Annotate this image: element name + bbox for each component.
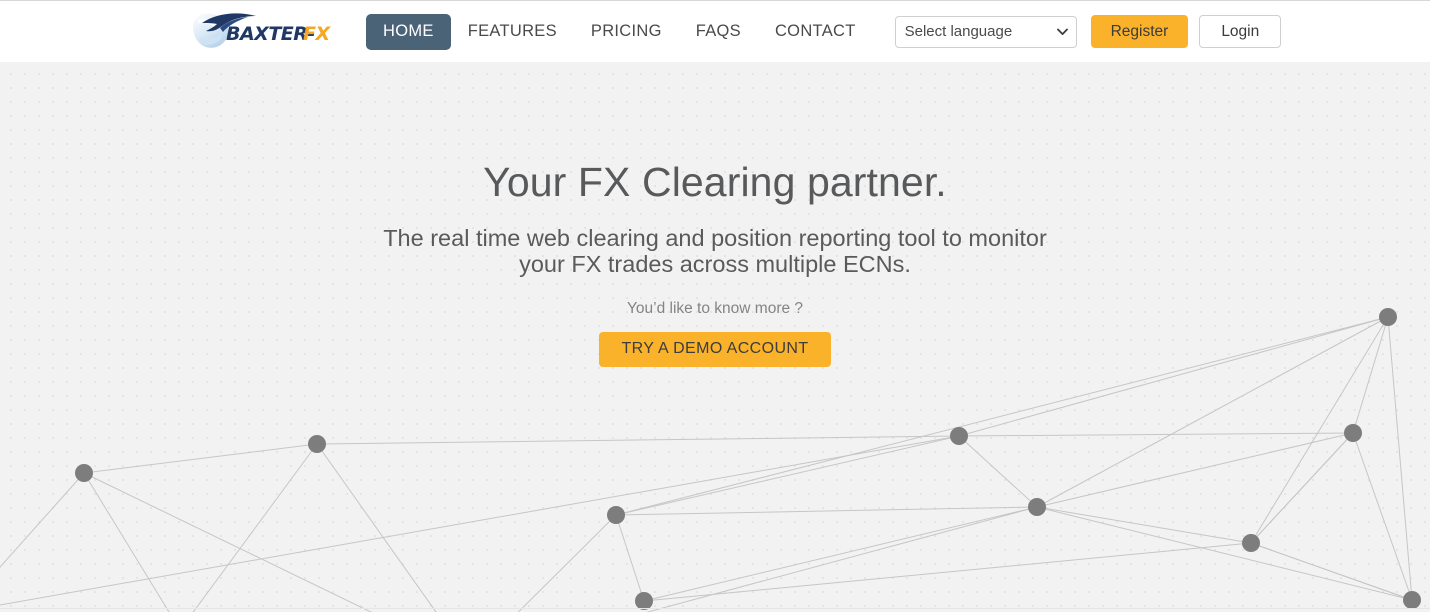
network-edge — [1250, 432, 1354, 544]
nav-item-features[interactable]: FEATURES — [451, 14, 574, 50]
network-edge — [83, 472, 170, 612]
network-edge — [643, 506, 1038, 602]
network-edge — [615, 514, 645, 602]
network-edge — [958, 432, 1354, 437]
network-node — [75, 464, 93, 482]
network-edge — [83, 443, 318, 474]
network-edge — [83, 472, 373, 612]
nav-item-contact[interactable]: CONTACT — [758, 14, 873, 50]
network-node — [1242, 534, 1260, 552]
svg-text:BAXTER-: BAXTER- — [226, 23, 315, 45]
page-title: Your FX Clearing partner. — [483, 159, 947, 205]
network-edge — [1036, 432, 1354, 508]
language-select[interactable]: Select language — [894, 15, 1077, 48]
network-edge — [615, 506, 1038, 516]
network-edge — [316, 435, 960, 445]
language-select-wrapper: Select language — [873, 15, 1077, 48]
network-edge — [192, 443, 318, 612]
header-inner: BAXTER- FX HOME FEATURES PRICING FAQS CO… — [0, 1, 1430, 62]
network-edge — [643, 542, 1252, 602]
network-edge — [316, 443, 437, 612]
network-node — [950, 427, 968, 445]
network-edge — [1250, 542, 1413, 601]
try-demo-account-button[interactable]: TRY A DEMO ACCOUNT — [599, 331, 831, 367]
network-edge — [0, 435, 960, 606]
network-node — [1028, 498, 1046, 516]
nav-item-pricing[interactable]: PRICING — [574, 14, 679, 50]
hero-section: Your FX Clearing partner. The real time … — [0, 62, 1430, 612]
network-node — [1344, 424, 1362, 442]
network-edge — [0, 472, 85, 568]
svg-text:FX: FX — [303, 23, 331, 45]
hero-subtitle: The real time web clearing and position … — [383, 224, 1047, 278]
hero-bottom-divider — [0, 608, 1430, 609]
primary-navigation: HOME FEATURES PRICING FAQS CONTACT — [366, 13, 873, 50]
nav-item-faqs[interactable]: FAQS — [679, 14, 758, 50]
brand-logo[interactable]: BAXTER- FX — [190, 10, 336, 54]
network-edge — [1036, 506, 1413, 601]
nav-item-home[interactable]: HOME — [366, 13, 451, 50]
hero-content: Your FX Clearing partner. The real time … — [0, 62, 1430, 367]
network-edge — [615, 435, 960, 516]
network-edge — [958, 435, 1038, 508]
network-edge — [517, 514, 617, 612]
network-node — [1403, 591, 1421, 609]
bird-globe-logo-icon: BAXTER- FX — [193, 12, 332, 48]
network-edge — [645, 506, 1038, 612]
network-edge — [1036, 506, 1252, 544]
login-button[interactable]: Login — [1199, 15, 1282, 48]
site-header: BAXTER- FX HOME FEATURES PRICING FAQS CO… — [0, 0, 1430, 62]
network-node — [308, 435, 326, 453]
network-edge — [1352, 432, 1413, 601]
register-button[interactable]: Register — [1090, 15, 1189, 48]
hero-prompt-text: You’d like to know more ? — [626, 299, 804, 317]
network-node — [607, 506, 625, 524]
